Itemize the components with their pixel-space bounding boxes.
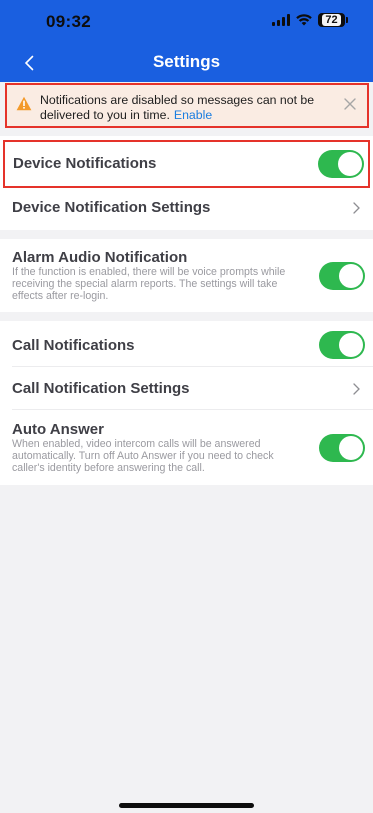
enable-link[interactable]: Enable (174, 108, 212, 122)
nav-bar: Settings (0, 44, 373, 82)
home-indicator (119, 803, 254, 808)
device-notifications-label: Device Notifications (13, 155, 157, 172)
wifi-icon (296, 14, 312, 26)
close-icon[interactable] (343, 97, 357, 111)
call-section: Call Notifications Call Notification Set… (0, 321, 373, 485)
device-notifications-toggle[interactable] (318, 150, 364, 178)
toggle-knob (339, 436, 363, 460)
chevron-right-icon (353, 202, 360, 214)
call-notification-settings-row[interactable]: Call Notification Settings (0, 367, 373, 409)
call-notification-settings-label: Call Notification Settings (12, 380, 190, 397)
toggle-knob (339, 333, 363, 357)
alarm-audio-toggle[interactable] (319, 262, 365, 290)
page-title: Settings (152, 52, 221, 71)
battery-icon: 72 (318, 13, 348, 27)
call-notifications-row[interactable]: Call Notifications (0, 321, 373, 366)
device-notifications-row[interactable]: Device Notifications (3, 140, 370, 188)
call-notifications-toggle[interactable] (319, 331, 365, 359)
alarm-audio-label: Alarm Audio Notification (12, 249, 188, 266)
auto-answer-label: Auto Answer (12, 421, 104, 438)
alarm-audio-description: If the function is enabled, there will b… (12, 266, 286, 303)
call-notifications-label: Call Notifications (12, 337, 135, 354)
status-bar: 09:32 72 (0, 0, 373, 44)
toggle-knob (338, 152, 362, 176)
notifications-disabled-banner: Notifications are disabled so messages c… (5, 83, 369, 128)
auto-answer-row: Auto Answer When enabled, video intercom… (0, 410, 373, 485)
battery-level: 72 (322, 14, 341, 26)
notice-message: Notifications are disabled so messages c… (40, 93, 330, 123)
auto-answer-description: When enabled, video intercom calls will … (12, 438, 274, 475)
status-icons: 72 (272, 13, 348, 27)
chevron-right-icon (353, 383, 360, 395)
device-notification-settings-row[interactable]: Device Notification Settings (0, 188, 373, 228)
app-header: 09:32 72 Settings (0, 0, 373, 82)
toggle-knob (339, 264, 363, 288)
alarm-audio-section: Alarm Audio Notification If the function… (0, 239, 373, 312)
warning-icon (16, 96, 32, 111)
auto-answer-toggle[interactable] (319, 434, 365, 462)
signal-icon (272, 14, 290, 26)
device-notification-settings-label: Device Notification Settings (12, 199, 211, 216)
status-time: 09:32 (46, 12, 91, 31)
